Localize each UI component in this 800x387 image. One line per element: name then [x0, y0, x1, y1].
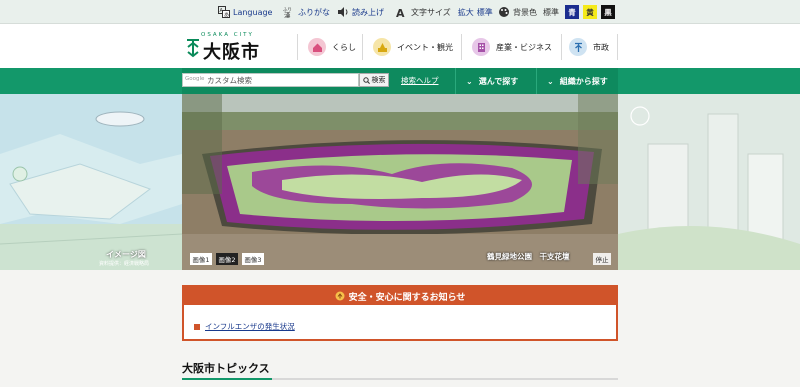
image-credit: 資料提供：経済戦略局 — [99, 261, 150, 267]
notice-item-link[interactable]: インフルエンザの発生状況 — [194, 321, 295, 332]
gnav-shisei[interactable]: 市政 — [569, 35, 609, 59]
org-menu-button[interactable]: ⌄ 組織から探す — [536, 68, 618, 94]
osaka-city-mark-icon — [187, 39, 199, 58]
slide-2-button[interactable]: 画像2 — [216, 253, 238, 265]
search-icon — [362, 76, 370, 84]
svg-text:A: A — [396, 7, 405, 18]
utility-bar: Aあ Language ふり漢 ふりがな 読み上げ A 文字サイズ 拡大 標準 … — [0, 0, 800, 24]
furigana-icon: ふり漢 — [283, 7, 292, 19]
hero-slide-image — [182, 94, 618, 270]
slide-1-button[interactable]: 画像1 — [190, 253, 212, 265]
topics-underline-accent — [182, 378, 272, 380]
topics-heading: 大阪市トピックス — [182, 362, 270, 375]
hero-prev-slide[interactable] — [0, 94, 182, 270]
palette-icon — [499, 7, 509, 17]
bg-black-button[interactable]: 黒 — [601, 5, 615, 19]
divider — [362, 34, 363, 60]
event-icon — [373, 38, 391, 56]
svg-text:あ: あ — [224, 13, 229, 19]
svg-text:A: A — [220, 8, 224, 14]
slide-caption: 鶴見緑地公園 干支花壇 — [487, 252, 570, 261]
choose-menu-button[interactable]: ⌄ 選んで探す — [455, 68, 536, 94]
search-button[interactable]: 検索 — [359, 73, 389, 87]
google-brand: Google — [185, 76, 205, 82]
gnav-business[interactable]: 産業・ビジネス — [472, 35, 552, 59]
house-icon — [308, 38, 326, 56]
osaka-bay-illustration — [0, 94, 182, 270]
notice-icon — [335, 291, 345, 301]
city-mark-icon — [569, 38, 587, 56]
divider — [297, 34, 298, 60]
language-link[interactable]: Aあ Language — [218, 5, 272, 19]
bg-yellow-button[interactable]: 黄 — [583, 5, 597, 19]
search-placeholder: カスタム検索 — [207, 76, 252, 85]
flower-bed-photo — [182, 94, 618, 270]
hero-next-slide[interactable] — [618, 94, 800, 270]
standard-size-link[interactable]: 標準 — [477, 7, 493, 18]
furigana-link[interactable]: ふり漢 ふりがな — [283, 5, 330, 19]
bg-color-group: 背景色 — [498, 5, 537, 19]
divider — [561, 34, 562, 60]
text-size-group: A 文字サイズ 拡大 標準 — [396, 7, 493, 18]
slide-3-button[interactable]: 画像3 — [242, 253, 264, 265]
zoom-link[interactable]: 拡大 — [458, 7, 474, 18]
search-input[interactable]: Google カスタム検索 — [182, 73, 359, 87]
logo-main: 大阪市 — [203, 42, 260, 63]
bg-blue-button[interactable]: 青 — [565, 5, 579, 19]
text-size-icon: A — [396, 7, 405, 18]
gnav-kurashi[interactable]: くらし — [308, 35, 356, 59]
gnav-event[interactable]: イベント・観光 — [373, 35, 453, 59]
chevron-down-icon: ⌄ — [547, 76, 554, 86]
building-icon — [472, 38, 490, 56]
slideshow-stop-button[interactable]: 停止 — [593, 253, 611, 265]
chevron-down-icon: ⌄ — [466, 76, 473, 86]
language-icon: Aあ — [218, 6, 230, 18]
search-help-link[interactable]: 検索ヘルプ — [401, 75, 439, 86]
read-aloud-link[interactable]: 読み上げ — [337, 5, 384, 19]
svg-text:漢: 漢 — [284, 11, 291, 19]
divider — [461, 34, 462, 60]
divider — [617, 34, 618, 60]
image-label: イメージ図 — [106, 250, 146, 259]
bullet-icon — [194, 323, 200, 330]
city-skyline-illustration — [618, 94, 800, 270]
safety-notice: 安全・安心に関するお知らせ インフルエンザの発生状況 — [182, 285, 618, 341]
notice-header: 安全・安心に関するお知らせ — [184, 287, 616, 305]
site-header: OSAKA CITY 大阪市 くらし イベント・観光 産業・ビジネス 市政 — [0, 24, 800, 68]
speaker-icon — [338, 7, 348, 17]
bg-standard-link[interactable]: 標準 — [543, 5, 559, 19]
